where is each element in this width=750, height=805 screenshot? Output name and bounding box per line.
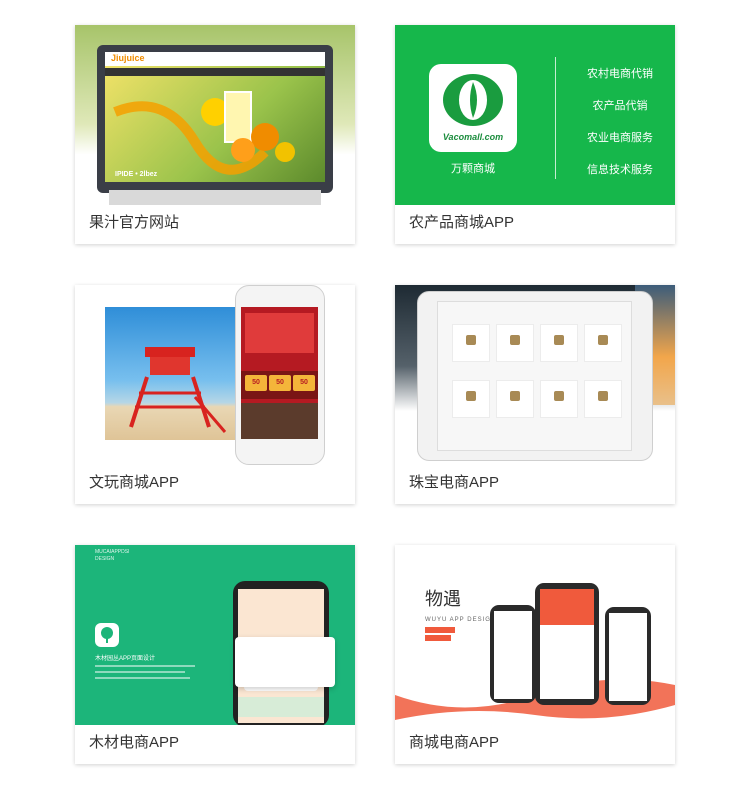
brand-title: 物遇 [425, 589, 461, 609]
tree-app-icon [95, 623, 119, 647]
category-tile [452, 380, 490, 418]
service-item: 农业电商服务 [587, 132, 653, 144]
floating-menu-card [235, 637, 335, 687]
phone-screen [494, 611, 532, 699]
logo-text: Vacomall.com [442, 132, 504, 142]
category-tile [584, 380, 622, 418]
service-item: 信息技术服务 [587, 164, 653, 176]
site-header: Jiujuice [105, 52, 325, 66]
category-tile [496, 380, 534, 418]
coupon: 50 [245, 375, 267, 391]
service-item: 农产品代销 [592, 100, 648, 112]
curio-mall-thumbnail: 50 50 50 [75, 285, 355, 465]
category-tile [496, 324, 534, 362]
category-tile [452, 324, 490, 362]
site-nav [105, 68, 325, 76]
card-juice-website[interactable]: Jiujuice IPIDE • 2lbez 果汁官方网站 [75, 25, 355, 244]
lifeguard-tower-image [129, 347, 227, 433]
jewelry-mall-thumbnail [395, 285, 675, 465]
tablet-screen [437, 301, 632, 451]
card-caption: 文玩商城APP [89, 474, 180, 491]
mall-name: 万颗商城 [451, 163, 495, 175]
app-name: 木材园丛APP页面设计 [95, 656, 156, 662]
header-line: MUCAIAPPDSI [95, 549, 130, 555]
phone-screen [609, 613, 647, 701]
card-curio-mall[interactable]: 50 50 50 文玩商城APP [75, 285, 355, 504]
card-caption: 木材电商APP [89, 734, 180, 751]
service-item: 农村电商代销 [587, 68, 653, 80]
phone-screen [540, 589, 594, 699]
category-tile [584, 324, 622, 362]
coupon: 50 [293, 375, 315, 391]
monitor-stand [109, 190, 321, 205]
card-caption: 商城电商APP [409, 734, 500, 751]
card-jewelry-mall[interactable]: 珠宝电商APP [395, 285, 675, 504]
header-line: DESIGN [95, 556, 115, 562]
card-shop-mall[interactable]: 物遇 WUYU APP DESIGN 商城电商APP [395, 545, 675, 764]
vacomall-logo: Vacomall.com [429, 64, 517, 152]
agri-mall-thumbnail: Vacomall.com 万颗商城 农村电商代销 农产品代销 农业电商服务 信息… [395, 25, 675, 205]
tree-icon [101, 627, 113, 643]
card-caption: 果汁官方网站 [89, 214, 180, 231]
card-agri-mall[interactable]: Vacomall.com 万颗商城 农村电商代销 农产品代销 农业电商服务 信息… [395, 25, 675, 244]
category-tile [540, 380, 578, 418]
site-brand: Jiujuice [111, 53, 145, 63]
shop-mall-thumbnail: 物遇 WUYU APP DESIGN [395, 545, 675, 725]
card-timber-mall[interactable]: MUCAIAPPDSI DESIGN 木材园丛APP页面设计 木材电商APP [75, 545, 355, 764]
brand-subtitle: WUYU APP DESIGN [425, 617, 497, 623]
timber-mall-thumbnail: MUCAIAPPDSI DESIGN 木材园丛APP页面设计 [75, 545, 355, 725]
card-caption: 农产品商城APP [409, 214, 515, 231]
juice-website-thumbnail: Jiujuice IPIDE • 2lbez [75, 25, 355, 205]
divider [555, 57, 556, 179]
coupon: 50 [269, 375, 291, 391]
beach-photo [105, 307, 237, 440]
card-caption: 珠宝电商APP [409, 474, 500, 491]
category-tile [540, 324, 578, 362]
banner-text: IPIDE • 2lbez [115, 171, 158, 178]
phone-screen: 50 50 50 [241, 307, 318, 439]
